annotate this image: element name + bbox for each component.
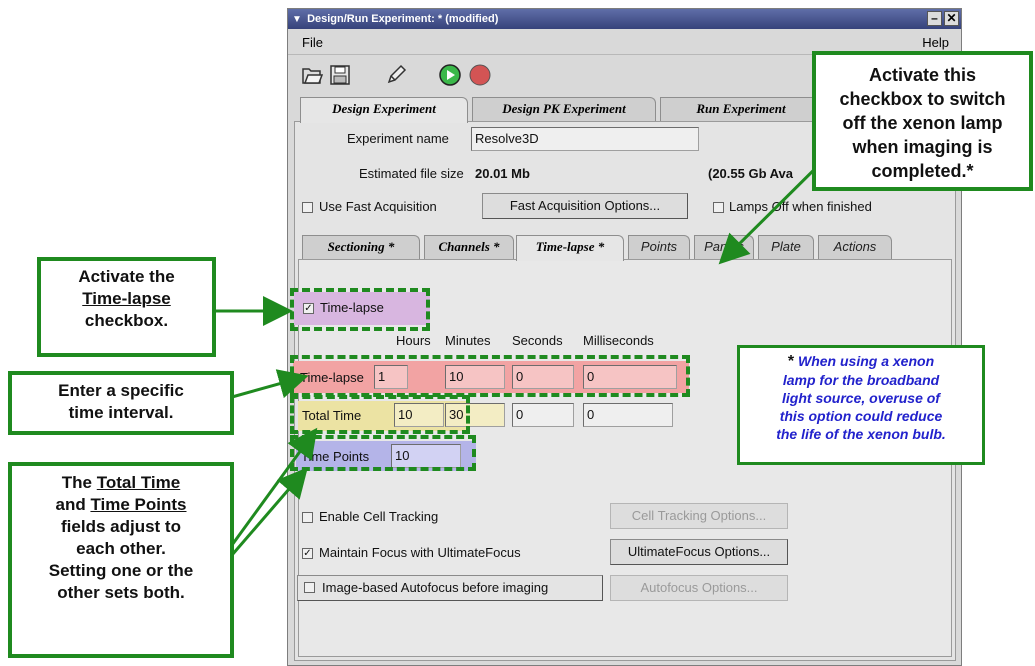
callout-line: Activate the	[78, 267, 175, 286]
callout-total-time-points: The Total Time and Time Points fields ad…	[8, 462, 234, 658]
xenon-lamp-note: * When using a xenon lamp for the broadb…	[737, 345, 985, 465]
callout-line: off the xenon lamp	[842, 113, 1003, 133]
callout-line: The	[61, 473, 93, 492]
callout-line: Total Time	[96, 473, 181, 492]
note-line: lamp for the broadband	[782, 372, 940, 388]
callout-line: Time Points	[90, 495, 187, 514]
callout-line: other sets both.	[57, 583, 185, 602]
callout-time-interval: Enter a specific time interval.	[8, 371, 234, 435]
callout-line: checkbox.	[84, 311, 169, 330]
callout-line: fields adjust to	[61, 517, 181, 536]
arrow-to-interval-row	[231, 369, 309, 399]
note-line: light source, overuse of	[782, 390, 940, 406]
callout-activate-time-lapse: Activate the Time-lapse checkbox.	[37, 257, 216, 357]
note-line: this option could reduce	[779, 408, 943, 424]
tab-time-lapse[interactable]: Time-lapse *	[516, 235, 624, 261]
callout-line: and	[55, 495, 86, 514]
callout-line: checkbox to switch	[839, 89, 1006, 109]
callout-line: when imaging is	[852, 137, 993, 157]
callout-line: Time-lapse	[82, 289, 171, 308]
arrow-to-total-time	[230, 427, 318, 546]
note-line: When using a xenon	[798, 353, 935, 369]
callout-lamps-off: Activate this checkbox to switch off the…	[812, 51, 1033, 191]
callout-line: time interval.	[68, 403, 174, 422]
note-star: *	[787, 353, 795, 370]
arrow-to-time-points	[230, 467, 308, 556]
callout-line: each other.	[76, 539, 166, 558]
callout-line: Activate this	[868, 65, 977, 85]
callout-line: Enter a specific	[58, 381, 184, 400]
callout-line: Setting one or the	[48, 561, 194, 580]
tab-design-experiment[interactable]: Design Experiment	[300, 97, 468, 123]
callout-line: completed.*	[871, 161, 974, 181]
note-line: the life of the xenon bulb.	[776, 426, 946, 442]
